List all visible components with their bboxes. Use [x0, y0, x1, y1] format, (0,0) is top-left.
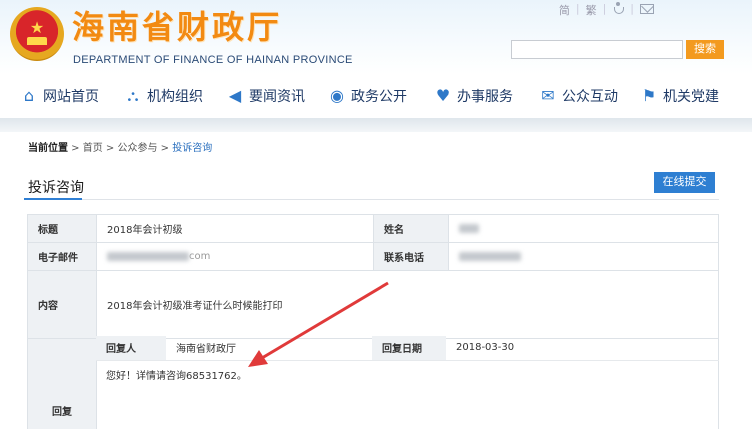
- search-input[interactable]: [511, 40, 683, 59]
- replier-label: 回复人: [96, 336, 166, 361]
- redacted-email: [107, 251, 189, 261]
- page-title: 投诉咨询: [28, 180, 84, 196]
- flag-icon: ⚑: [641, 86, 657, 105]
- national-emblem-icon: ★: [10, 7, 64, 61]
- reply-label: 回复: [27, 338, 97, 429]
- nav-item-label: 办事服务: [457, 89, 513, 105]
- consult-detail-table: 标题 2018年会计初级 姓名 电子邮件 com 联系电话 内容 2018年会计…: [27, 214, 719, 429]
- site-subtitle: DEPARTMENT OF FINANCE OF HAINAN PROVINCE: [73, 54, 353, 66]
- phone-value: [448, 242, 719, 271]
- nav-item-label: 机构组织: [147, 89, 203, 105]
- reply-table: 回复人 海南省财政厅 回复日期 2018-03-30 您好！详情请咨询68531…: [96, 336, 719, 388]
- nav-item-label: 公众互动: [562, 89, 618, 105]
- search-button[interactable]: 搜索: [686, 40, 724, 59]
- content-value: 2018年会计初级准考证什么时候能打印: [96, 270, 719, 339]
- table-row: 内容 2018年会计初级准考证什么时候能打印: [27, 270, 719, 339]
- breadcrumb-participation[interactable]: 公众参与: [118, 143, 158, 154]
- table-row: 回复人 海南省财政厅 回复日期 2018-03-30: [96, 336, 719, 361]
- title-value: 2018年会计初级: [96, 214, 374, 243]
- breadcrumb-prefix: 当前位置: [28, 143, 68, 154]
- table-row: 您好！详情请咨询68531762。: [96, 360, 719, 388]
- nav-item-label: 网站首页: [43, 89, 99, 105]
- reply-date-value: 2018-03-30: [446, 336, 719, 361]
- reply-date-label: 回复日期: [372, 336, 446, 361]
- org-chart-icon: ⛬: [127, 86, 139, 105]
- site-title[interactable]: 海南省财政厅: [72, 8, 282, 46]
- megaphone-icon: ◀: [228, 86, 242, 105]
- breadcrumb-current[interactable]: 投诉咨询: [172, 143, 212, 154]
- eye-icon: ◉: [330, 86, 344, 105]
- nav-divider: [0, 118, 752, 132]
- email-value: com: [96, 242, 374, 271]
- content-label: 内容: [27, 270, 97, 339]
- site-header: ★ 海南省财政厅 DEPARTMENT OF FINANCE OF HAINAN…: [0, 0, 752, 74]
- title-label: 标题: [27, 214, 97, 243]
- section-divider-accent: [24, 198, 82, 200]
- simplified-chinese-link[interactable]: 简: [559, 2, 570, 18]
- name-value: [448, 214, 719, 243]
- redacted-phone: [459, 251, 521, 261]
- redacted-name: [459, 223, 479, 233]
- nav-item-label: 要闻资讯: [249, 89, 305, 105]
- name-label: 姓名: [373, 214, 449, 243]
- section-divider: [24, 199, 719, 200]
- nav-item-home[interactable]: ⌂ 网站首页: [20, 86, 99, 106]
- table-row: 电子邮件 com 联系电话: [27, 242, 719, 271]
- replier-value: 海南省财政厅: [166, 336, 372, 361]
- breadcrumb-home[interactable]: 首页: [83, 143, 103, 154]
- traditional-chinese-link[interactable]: 繁: [586, 2, 597, 18]
- home-icon: ⌂: [23, 86, 35, 105]
- nav-item-organization[interactable]: ⛬ 机构组织: [124, 86, 203, 106]
- nav-item-interaction[interactable]: ✉ 公众互动: [539, 86, 618, 106]
- phone-label: 联系电话: [373, 242, 449, 271]
- breadcrumb: 当前位置 > 首页 > 公众参与 > 投诉咨询: [28, 143, 213, 154]
- reply-message: 您好！详情请咨询68531762。: [106, 370, 247, 382]
- email-fragment: com: [189, 251, 211, 262]
- mail-icon[interactable]: [640, 4, 654, 14]
- nav-item-label: 机关党建: [663, 89, 719, 105]
- email-label: 电子邮件: [27, 242, 97, 271]
- main-nav: ⌂ 网站首页 ⛬ 机构组织 ◀ 要闻资讯 ◉ 政务公开 ♥ 办事服务 ✉ 公众互…: [0, 78, 752, 116]
- top-links: 简 | 繁 | |: [559, 2, 654, 18]
- heart-icon: ♥: [435, 86, 451, 105]
- nav-item-news[interactable]: ◀ 要闻资讯: [226, 86, 305, 106]
- chat-icon: ✉: [541, 86, 555, 105]
- nav-item-party[interactable]: ⚑ 机关党建: [640, 86, 719, 106]
- nav-item-services[interactable]: ♥ 办事服务: [434, 86, 513, 106]
- table-row: 标题 2018年会计初级 姓名: [27, 214, 719, 243]
- nav-item-gov-affairs[interactable]: ◉ 政务公开: [328, 86, 407, 106]
- accessibility-icon[interactable]: [612, 2, 625, 14]
- online-submit-button[interactable]: 在线提交: [654, 172, 715, 193]
- nav-item-label: 政务公开: [351, 89, 407, 105]
